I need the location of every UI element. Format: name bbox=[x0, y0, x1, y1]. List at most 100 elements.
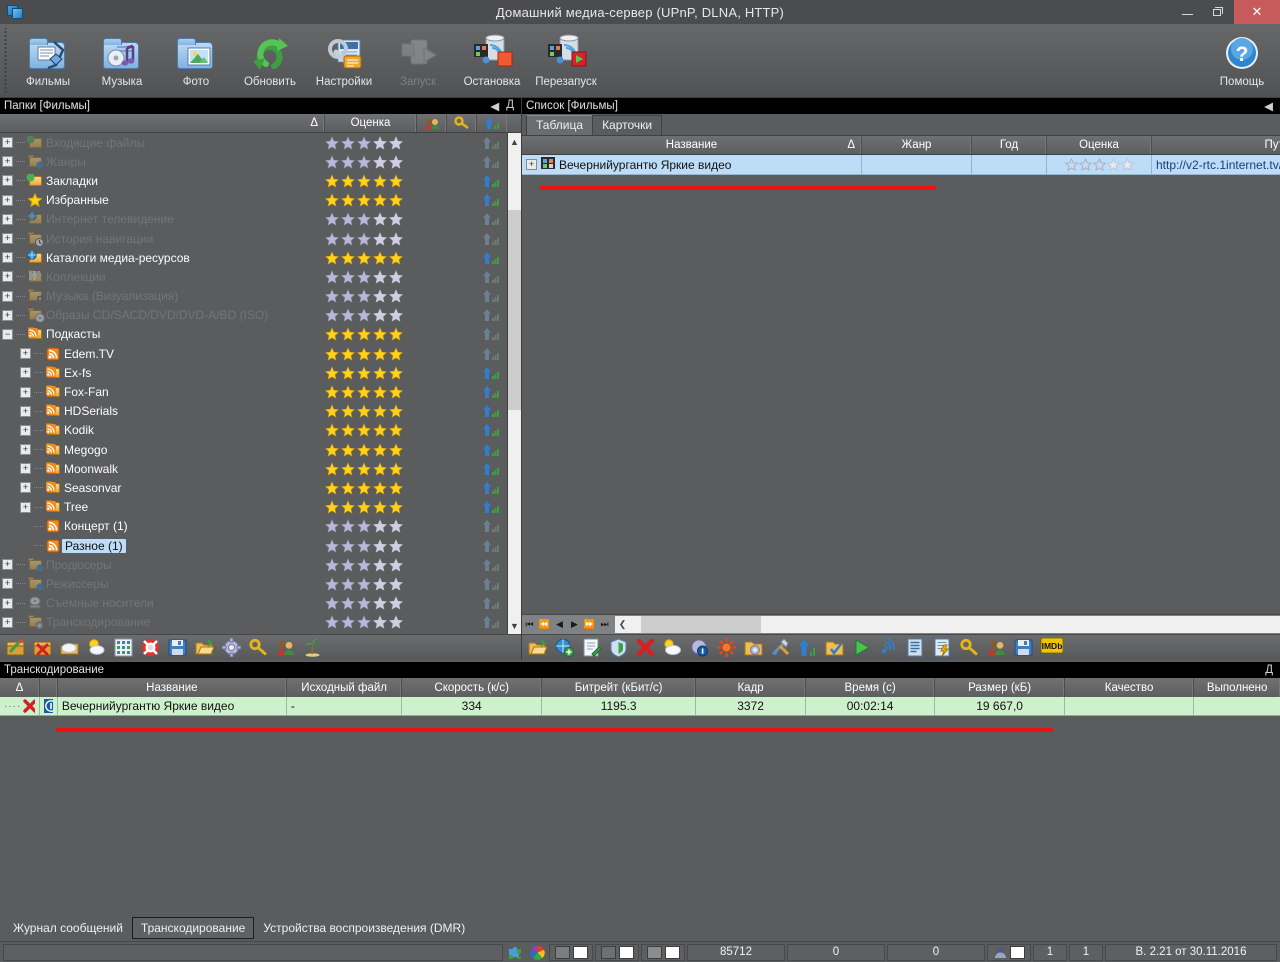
tree-item-rating[interactable] bbox=[325, 539, 417, 553]
column-header-key[interactable] bbox=[447, 114, 477, 132]
toolbar-button-photo[interactable]: Фото bbox=[159, 24, 233, 97]
tree-item-priority[interactable] bbox=[473, 366, 507, 380]
tree-item-rating[interactable] bbox=[325, 174, 417, 188]
tree-item-priority[interactable] bbox=[473, 615, 507, 629]
column-header-users[interactable] bbox=[417, 114, 447, 132]
blue-up-arrow-icon[interactable] bbox=[798, 638, 817, 657]
tab-cards[interactable]: Карточки bbox=[592, 115, 662, 135]
toolbar-button-restart[interactable]: Перезапуск bbox=[529, 24, 603, 97]
tree-item-rating[interactable] bbox=[325, 596, 417, 610]
save-floppy-icon[interactable] bbox=[168, 638, 187, 657]
tree-item-rating[interactable] bbox=[325, 136, 417, 150]
tree-item-priority[interactable] bbox=[473, 289, 507, 303]
tree-item-3[interactable]: +Избранные bbox=[0, 191, 507, 210]
row-info-cell[interactable] bbox=[40, 697, 58, 715]
color-wheel-icon[interactable] bbox=[527, 945, 547, 960]
tree-item-rating[interactable] bbox=[325, 443, 417, 457]
tree-expander[interactable]: + bbox=[20, 406, 31, 417]
tree-item-rating[interactable] bbox=[325, 577, 417, 591]
palm-tree-icon[interactable] bbox=[303, 638, 322, 657]
tree-expander[interactable]: + bbox=[2, 137, 13, 148]
tree-item-priority[interactable] bbox=[473, 174, 507, 188]
users-icon[interactable] bbox=[276, 638, 295, 657]
tab-table[interactable]: Таблица bbox=[526, 115, 593, 135]
transcoding-column-header-1[interactable] bbox=[40, 678, 58, 697]
scroll-track[interactable] bbox=[508, 150, 521, 617]
toolbar-button-stop[interactable]: Остановка bbox=[455, 24, 529, 97]
imdb-icon[interactable]: IMDb bbox=[1041, 638, 1060, 657]
tree-item-rating[interactable] bbox=[325, 251, 417, 265]
tree-item-priority[interactable] bbox=[473, 347, 507, 361]
tree-item-priority[interactable] bbox=[473, 212, 507, 226]
tree-item-priority[interactable] bbox=[473, 155, 507, 169]
tools-icon[interactable] bbox=[771, 638, 790, 657]
row-rating[interactable] bbox=[1047, 155, 1152, 175]
tree-item-rating[interactable] bbox=[325, 423, 417, 437]
folders-tree[interactable]: +Входящие файлы+Жанры+Закладки+Избранные… bbox=[0, 133, 507, 634]
transcoding-column-header-4[interactable]: Скорость (к/с) bbox=[402, 678, 541, 697]
tree-expander[interactable]: + bbox=[2, 156, 13, 167]
nav-prev-page-button[interactable]: ⏪ bbox=[537, 616, 552, 634]
lightning-list-icon[interactable] bbox=[933, 638, 952, 657]
tree-item-priority[interactable] bbox=[473, 577, 507, 591]
hscroll-left-button[interactable]: ❮ bbox=[615, 616, 630, 633]
tree-expander[interactable]: + bbox=[20, 502, 31, 513]
tree-item-priority[interactable] bbox=[473, 558, 507, 572]
puzzle-icon[interactable] bbox=[505, 945, 525, 960]
red-x-icon[interactable] bbox=[23, 699, 35, 713]
tree-item-priority[interactable] bbox=[473, 136, 507, 150]
key-icon[interactable] bbox=[960, 638, 979, 657]
tree-expander[interactable]: + bbox=[2, 310, 13, 321]
tree-item-priority[interactable] bbox=[473, 539, 507, 553]
tree-item-16[interactable]: +Megogo bbox=[0, 440, 507, 459]
users-icon[interactable] bbox=[987, 638, 1006, 657]
tree-item-25[interactable]: +Транскодирование bbox=[0, 613, 507, 632]
transcoding-column-header-6[interactable]: Кадр bbox=[696, 678, 806, 697]
status-user-indicator[interactable] bbox=[987, 944, 1031, 961]
rocket-box-icon[interactable] bbox=[6, 638, 25, 657]
nav-first-button[interactable]: ⏮ bbox=[522, 616, 537, 634]
transcoding-column-header-3[interactable]: Исходный файл bbox=[287, 678, 403, 697]
tree-item-priority[interactable] bbox=[473, 385, 507, 399]
tree-item-14[interactable]: +HDSerials bbox=[0, 402, 507, 421]
tree-item-rating[interactable] bbox=[325, 366, 417, 380]
status-indicator-2[interactable] bbox=[595, 944, 639, 961]
tree-item-10[interactable]: −Подкасты bbox=[0, 325, 507, 344]
info-gear-icon[interactable] bbox=[690, 638, 709, 657]
toolbar-button-refresh[interactable]: Обновить bbox=[233, 24, 307, 97]
column-header-priority[interactable] bbox=[477, 114, 507, 132]
tree-item-rating[interactable] bbox=[325, 519, 417, 533]
save-floppy-icon[interactable] bbox=[1014, 638, 1033, 657]
row-handle[interactable]: ···· bbox=[0, 697, 40, 715]
list-horizontal-scrollbar[interactable]: ❮ ❯ bbox=[615, 616, 1280, 633]
red-x-box-icon[interactable] bbox=[33, 638, 52, 657]
tree-item-rating[interactable] bbox=[325, 212, 417, 226]
tree-item-rating[interactable] bbox=[325, 481, 417, 495]
toolbar-button-help[interactable]: ? Помощь bbox=[1204, 34, 1280, 88]
tree-expander[interactable]: + bbox=[20, 444, 31, 455]
edit-note-icon[interactable] bbox=[582, 638, 601, 657]
tree-expander[interactable]: + bbox=[2, 578, 13, 589]
scroll-down-button[interactable]: ▼ bbox=[508, 617, 521, 634]
tree-item-priority[interactable] bbox=[473, 308, 507, 322]
tree-expander[interactable]: + bbox=[2, 291, 13, 302]
tree-item-priority[interactable] bbox=[473, 270, 507, 284]
tree-item-11[interactable]: +Edem.TV bbox=[0, 344, 507, 363]
transcoding-row[interactable]: ···· Вечернийургантю Яркие видео - 334 1… bbox=[0, 697, 1280, 716]
tab-transcoding[interactable]: Транскодирование bbox=[132, 917, 254, 939]
tree-expander[interactable]: − bbox=[2, 329, 13, 340]
status-indicator-3[interactable] bbox=[641, 944, 685, 961]
tree-item-15[interactable]: +Kodik bbox=[0, 421, 507, 440]
folder-gear-icon[interactable] bbox=[744, 638, 763, 657]
tree-expander[interactable]: + bbox=[2, 252, 13, 263]
tree-item-1[interactable]: +Жанры bbox=[0, 152, 507, 171]
shield-icon[interactable] bbox=[609, 638, 628, 657]
tree-expander[interactable]: + bbox=[2, 214, 13, 225]
toolbar-button-settings[interactable]: Настройки bbox=[307, 24, 381, 97]
status-indicator-1[interactable] bbox=[549, 944, 593, 961]
tree-item-rating[interactable] bbox=[325, 327, 417, 341]
toolbar-grip[interactable] bbox=[3, 28, 9, 93]
tab-message-log[interactable]: Журнал сообщений bbox=[4, 917, 132, 939]
nav-prev-button[interactable]: ◀ bbox=[552, 616, 567, 634]
transcoding-column-header-9[interactable]: Качество bbox=[1065, 678, 1195, 697]
